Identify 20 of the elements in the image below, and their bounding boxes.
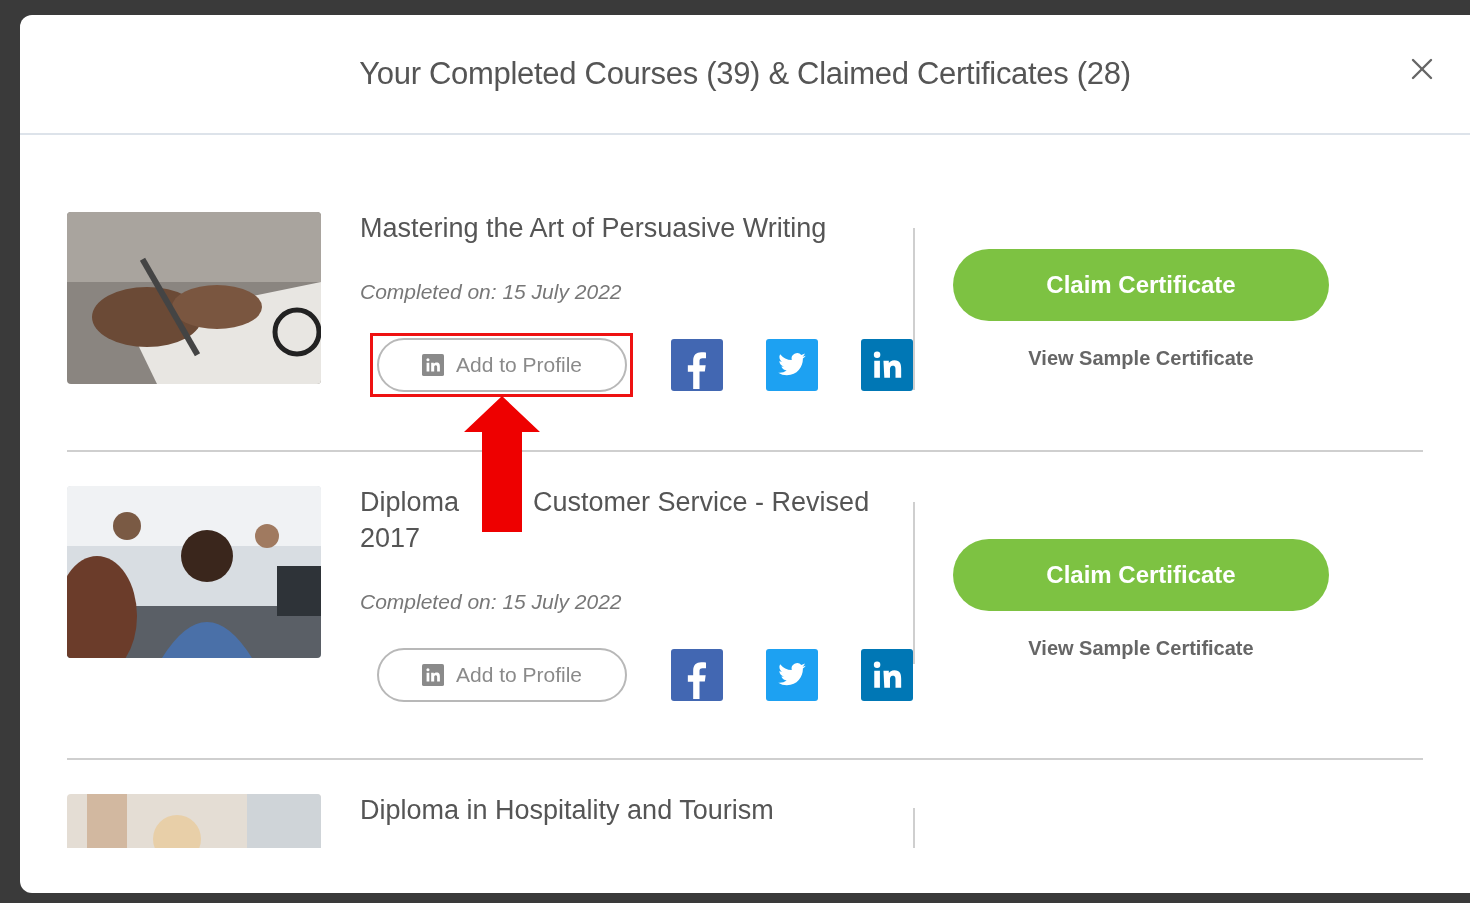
view-sample-link[interactable]: View Sample Certificate — [1028, 633, 1254, 663]
add-to-profile-button[interactable]: Add to Profile — [377, 647, 627, 702]
completion-date: Completed on: 15 July 2022 — [360, 279, 623, 305]
claim-certificate-button[interactable]: Claim Certificate — [953, 539, 1329, 611]
completion-date: Completed on: 15 July 2022 — [360, 589, 623, 615]
bird-icon[interactable] — [766, 648, 818, 701]
course-title: Diploma Customer Service - Revised 2017 — [360, 486, 871, 555]
dialog-title: Your Completed Courses (39) & Claimed Certificates (28) — [359, 54, 1131, 93]
facebook-icon[interactable] — [671, 338, 723, 391]
linkedin-icon — [421, 663, 444, 686]
facebook-icon[interactable] — [671, 648, 723, 701]
claim-certificate-button[interactable]: Claim Certificate — [953, 249, 1329, 321]
bird-icon[interactable] — [766, 338, 818, 391]
course-title: Mastering the Art of Persuasive Writing — [360, 212, 828, 245]
linkedin-icon[interactable] — [861, 648, 913, 701]
linkedin-icon[interactable] — [861, 338, 913, 391]
view-sample-link[interactable]: View Sample Certificate — [1028, 343, 1254, 373]
course-title: Diploma in Hospitality and Tourism — [360, 794, 775, 827]
linkedin-icon — [421, 353, 444, 376]
add-to-profile-button[interactable]: Add to Profile — [377, 337, 627, 392]
